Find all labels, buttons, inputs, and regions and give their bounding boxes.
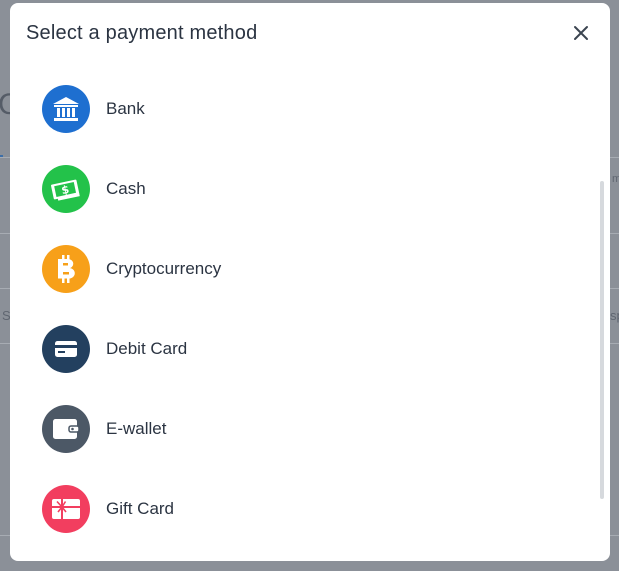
- background-text-fragment: sp: [610, 308, 619, 323]
- payment-option-label: Bank: [106, 99, 145, 118]
- bitcoin-icon: [42, 245, 90, 293]
- payment-option-label: E-wallet: [106, 419, 167, 438]
- card-icon: [42, 325, 90, 373]
- close-button[interactable]: [570, 22, 592, 44]
- payment-option-cryptocurrency[interactable]: Cryptocurrency: [10, 229, 590, 309]
- payment-option-label: Cryptocurrency: [106, 259, 222, 278]
- gift-card-icon: [42, 485, 90, 533]
- background-text-fragment: m: [612, 173, 619, 185]
- payment-method-modal: Select a payment method Bank $ Cash Cryp…: [10, 3, 610, 561]
- close-icon: [574, 26, 588, 40]
- payment-option-e-wallet[interactable]: E-wallet: [10, 389, 590, 469]
- modal-title: Select a payment method: [26, 22, 258, 44]
- wallet-icon: [42, 405, 90, 453]
- list-scrollbar[interactable]: [600, 181, 604, 499]
- bank-icon: [42, 85, 90, 133]
- payment-option-label: Debit Card: [106, 339, 188, 358]
- cash-icon: $: [42, 165, 90, 213]
- payment-option-debit-card[interactable]: Debit Card: [10, 309, 590, 389]
- payment-option-cash[interactable]: $ Cash: [10, 149, 590, 229]
- payment-option-bank[interactable]: Bank: [10, 69, 590, 149]
- payment-option-label: Cash: [106, 179, 146, 198]
- payment-option-label: Gift Card: [106, 499, 175, 518]
- payment-option-gift-card[interactable]: Gift Card: [10, 469, 590, 549]
